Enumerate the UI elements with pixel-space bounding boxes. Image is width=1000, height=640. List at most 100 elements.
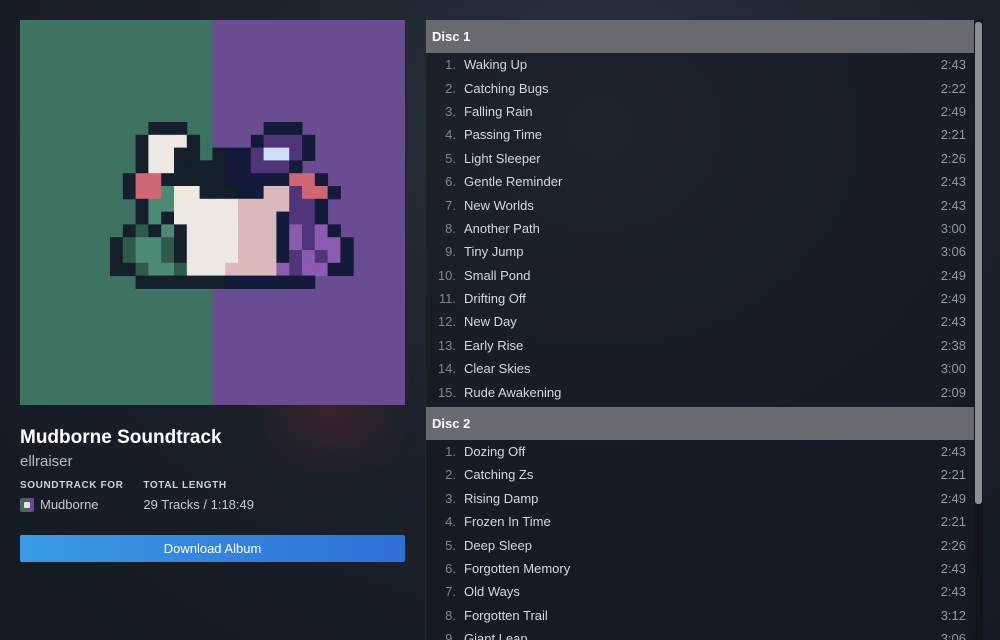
- track-time: 2:21: [940, 127, 966, 143]
- track-row[interactable]: 1. Dozing Off 2:43: [426, 440, 974, 463]
- track-num: 11.: [438, 291, 456, 307]
- track-time: 3:06: [940, 244, 966, 260]
- track-num: 4.: [445, 127, 456, 143]
- disc-header: Disc 1: [426, 20, 974, 53]
- track-row[interactable]: 13. Early Rise 2:38: [426, 334, 974, 357]
- track-name: Falling Rain: [464, 103, 533, 119]
- track-time: 2:21: [940, 514, 966, 530]
- soundtrack-for: SOUNDTRACK FOR Mudborne: [20, 480, 123, 512]
- album-info-panel: Mudborne Soundtrack ellraiser SOUNDTRACK…: [20, 20, 405, 562]
- album-artist: ellraiser: [20, 453, 73, 470]
- track-time: 2:49: [940, 490, 966, 506]
- track-name: Forgotten Memory: [464, 561, 571, 576]
- track-num: 4.: [445, 514, 456, 530]
- track-time: 3:12: [940, 607, 966, 623]
- album-meta: SOUNDTRACK FOR Mudborne TOTAL LENGTH 29 …: [20, 480, 405, 512]
- track-row[interactable]: 3. Rising Damp 2:49: [426, 487, 974, 510]
- track-row[interactable]: 6. Forgotten Memory 2:43: [426, 557, 974, 580]
- track-name: Giant Leap: [464, 631, 528, 640]
- track-num: 6.: [445, 174, 456, 190]
- track-time: 2:43: [940, 561, 966, 576]
- track-row[interactable]: 2. Catching Zs 2:21: [426, 463, 974, 486]
- track-time: 2:22: [940, 80, 966, 96]
- track-name: New Worlds: [464, 197, 534, 213]
- track-name: Passing Time: [464, 127, 543, 143]
- scrollbar-thumb[interactable]: [975, 22, 982, 504]
- track-name: Rising Damp: [464, 490, 539, 506]
- track-row[interactable]: 3. Falling Rain 2:49: [426, 100, 974, 123]
- track-time: 2:43: [940, 197, 966, 213]
- track-time: 2:26: [940, 150, 966, 166]
- track-list-panel[interactable]: Disc 1 1. Waking Up 2:43 2. Catching Bugs 2:22…: [425, 20, 983, 640]
- track-num: 5.: [445, 537, 456, 553]
- track-num: 1.: [445, 444, 456, 460]
- track-name: Light Sleeper: [464, 150, 541, 166]
- track-time: 2:09: [940, 384, 966, 400]
- track-num: 15.: [437, 384, 456, 400]
- track-name: Catching Bugs: [464, 80, 549, 96]
- track-time: 2:43: [940, 444, 966, 460]
- track-row[interactable]: 8. Forgotten Trail 3:12: [426, 604, 974, 627]
- track-num: 5.: [445, 150, 456, 166]
- track-name: Dozing Off: [464, 444, 526, 460]
- track-row[interactable]: 9. Giant Leap 3:06: [426, 627, 974, 640]
- game-icon: [20, 497, 34, 512]
- total-length-label: TOTAL LENGTH: [143, 480, 227, 491]
- track-num: 9.: [445, 244, 456, 260]
- track-row[interactable]: 7. New Worlds 2:43: [426, 193, 974, 216]
- track-name: Waking Up: [464, 57, 528, 73]
- track-time: 2:43: [940, 314, 966, 330]
- track-name: Frozen In Time: [464, 514, 551, 530]
- track-time: 3:06: [940, 631, 966, 640]
- track-num: 6.: [445, 561, 456, 576]
- download-album-button[interactable]: Download Album: [20, 535, 405, 562]
- track-time: 2:43: [940, 57, 966, 73]
- track-num: 9.: [445, 631, 456, 640]
- track-num: 8.: [445, 607, 456, 623]
- track-time: 2:38: [940, 337, 966, 353]
- track-time: 2:49: [940, 291, 966, 307]
- track-num: 2.: [445, 80, 456, 96]
- track-name: Tiny Jump: [464, 244, 524, 260]
- track-row[interactable]: 4. Frozen In Time 2:21: [426, 510, 974, 533]
- track-name: Drifting Off: [464, 291, 526, 307]
- track-name: Early Rise: [464, 337, 524, 353]
- soundtrack-for-label: SOUNDTRACK FOR: [20, 480, 124, 491]
- track-row[interactable]: 5. Deep Sleep 2:26: [426, 533, 974, 556]
- track-num: 13.: [437, 337, 456, 353]
- track-row[interactable]: 9. Tiny Jump 3:06: [426, 240, 974, 263]
- track-num: 7.: [445, 584, 456, 600]
- track-row[interactable]: 6. Gentle Reminder 2:43: [426, 170, 974, 193]
- total-length: TOTAL LENGTH 29 Tracks / 1:18:49: [143, 480, 254, 512]
- track-time: 2:49: [940, 103, 966, 119]
- track-row[interactable]: 12. New Day 2:43: [426, 310, 974, 333]
- track-time: 3:00: [940, 361, 966, 377]
- disc-header: Disc 2: [426, 406, 974, 440]
- track-row[interactable]: 10. Small Pond 2:49: [426, 264, 974, 287]
- track-row[interactable]: 7. Old Ways 2:43: [426, 580, 974, 603]
- track-num: 14.: [437, 361, 456, 377]
- track-row[interactable]: 4. Passing Time 2:21: [426, 123, 974, 146]
- track-num: 3.: [445, 490, 456, 506]
- frog-cover-art: [20, 20, 405, 405]
- soundtrack-for-link[interactable]: Mudborne: [20, 497, 123, 512]
- track-row[interactable]: 1. Waking Up 2:43: [426, 53, 974, 76]
- track-row[interactable]: 15. Rude Awakening 2:09: [426, 380, 974, 403]
- album-title: Mudborne Soundtrack: [20, 427, 222, 448]
- track-row[interactable]: 5. Light Sleeper 2:26: [426, 147, 974, 170]
- track-row[interactable]: 8. Another Path 3:00: [426, 217, 974, 240]
- track-row[interactable]: 14. Clear Skies 3:00: [426, 357, 974, 380]
- track-row[interactable]: 11. Drifting Off 2:49: [426, 287, 974, 310]
- track-num: 1.: [445, 57, 456, 73]
- track-name: Clear Skies: [464, 361, 531, 377]
- track-row[interactable]: 2. Catching Bugs 2:22: [426, 76, 974, 99]
- track-name: Rude Awakening: [464, 384, 562, 400]
- track-name: Forgotten Trail: [464, 607, 548, 623]
- track-time: 3:00: [940, 220, 966, 236]
- track-name: Deep Sleep: [464, 537, 532, 553]
- track-name: Catching Zs: [464, 467, 534, 483]
- track-num: 10.: [437, 267, 456, 283]
- scrollbar[interactable]: [974, 20, 983, 640]
- soundtrack-for-value[interactable]: Mudborne: [40, 497, 99, 512]
- track-time: 2:43: [940, 174, 966, 190]
